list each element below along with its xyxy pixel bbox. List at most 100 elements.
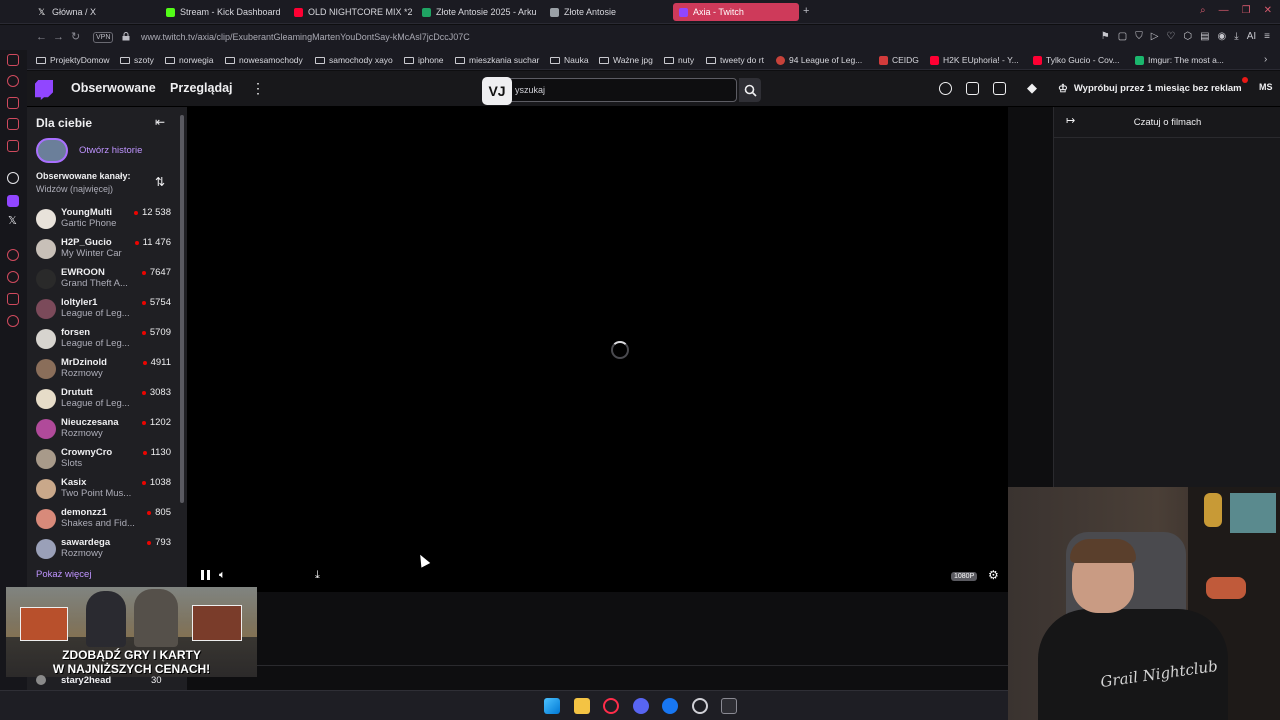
sidebar-channel-drututt[interactable]: Drututt League of Leg... 3083 <box>27 386 177 414</box>
vpn-badge[interactable]: VPN <box>93 32 114 43</box>
download-clip-icon[interactable]: ⤓ <box>315 569 320 582</box>
history-icon[interactable] <box>7 75 19 87</box>
bag-icon[interactable] <box>7 97 19 109</box>
browser-tab-twitch[interactable]: Axia - Twitch <box>673 3 799 21</box>
player-settings-icon[interactable]: ⚙ <box>988 568 999 582</box>
sidebar-channel-mrdzinold[interactable]: MrDzinold Rozmowy 4911 <box>27 356 177 384</box>
search-button[interactable] <box>739 78 761 102</box>
player-rail-icon[interactable] <box>7 249 19 261</box>
more-options-icon[interactable]: ⋮ <box>251 80 265 97</box>
sidebar-peek-channel[interactable]: stary2head 30 <box>27 675 187 689</box>
x-rail-icon[interactable]: 𝕏 <box>8 214 17 227</box>
bookmark-folder[interactable]: tweety do rt <box>706 55 764 65</box>
bookmark-folder[interactable]: iphone <box>404 55 444 65</box>
pinboard-icon[interactable] <box>7 293 19 305</box>
sort-icon[interactable]: ⇅ <box>155 175 165 189</box>
shield-icon[interactable]: ⛉ <box>1135 31 1143 43</box>
download-icon[interactable]: ⤓ <box>1234 31 1238 43</box>
browser-tab-youtube[interactable]: OLD NIGHTCORE MIX *20 <box>288 3 412 21</box>
snapshot-icon[interactable]: ▢ <box>1118 31 1127 43</box>
bookmark-folder[interactable]: samochody xayo <box>315 55 393 65</box>
bookmark-link[interactable]: Tylko Gucio - Cov... <box>1033 55 1120 65</box>
minimize-icon[interactable]: — <box>1219 5 1229 17</box>
search-input[interactable]: VJ yszukaj <box>482 77 737 105</box>
gmail-icon[interactable] <box>7 140 19 152</box>
twitch-rail-icon[interactable] <box>7 195 19 207</box>
menu-icon[interactable]: ≡ <box>1264 31 1270 43</box>
show-more-link[interactable]: Pokaż więcej <box>36 569 91 580</box>
facebook-icon[interactable] <box>662 698 678 714</box>
sidebar-channel-demonzz1[interactable]: demonzz1 Shakes and Fid... 805 <box>27 506 177 534</box>
sidebar-channel-nieuczesana[interactable]: Nieuczesana Rozmowy 1202 <box>27 416 177 444</box>
bookmark-folder[interactable]: Nauka <box>550 55 589 65</box>
user-avatar[interactable]: MS <box>1259 82 1273 92</box>
heart-icon[interactable]: ♡ <box>1166 31 1175 43</box>
obs-icon[interactable] <box>692 698 708 714</box>
account-icon[interactable]: ◉ <box>1218 31 1227 43</box>
sidebar-channel-loltyler1[interactable]: loltyler1 League of Leg... 5754 <box>27 296 177 324</box>
sidebar-channel-h2p_gucio[interactable]: H2P_Gucio My Winter Car 11 476 <box>27 236 177 264</box>
file-explorer-icon[interactable] <box>574 698 590 714</box>
inbox-icon[interactable] <box>993 82 1006 95</box>
sidebar-channel-ewroon[interactable]: EWROON Grand Theft A... 7647 <box>27 266 177 294</box>
collapse-sidebar-icon[interactable]: ⇤ <box>155 115 165 129</box>
translate-icon[interactable] <box>966 82 979 95</box>
bookmark-link[interactable]: Imgur: The most a... <box>1135 55 1224 65</box>
turbo-promo-button[interactable]: ♔ Wypróbuj przez 1 miesiąc bez reklam <box>1058 82 1242 95</box>
bookmark-folder[interactable]: nowesamochody <box>225 55 303 65</box>
bookmark-folder[interactable]: Ważne jpg <box>599 55 653 65</box>
ad-banner[interactable]: ZDOBĄDŹ GRY I KARTY W NAJNIŻSZYCH CENACH… <box>6 587 257 677</box>
maximize-icon[interactable]: ❐ <box>1242 5 1251 17</box>
bookmark-folder[interactable]: szoty <box>120 55 154 65</box>
open-stories-link[interactable]: Otwórz historie <box>79 145 142 156</box>
bookmark-link[interactable]: H2K EUphoria! - Y... <box>930 55 1019 65</box>
messenger-icon[interactable] <box>7 54 19 66</box>
clock-icon[interactable] <box>7 271 19 283</box>
sidebar-channel-youngmulti[interactable]: YoungMulti Gartic Phone 12 538 <box>27 206 177 234</box>
browser-tab-sheets[interactable]: Złote Antosie 2025 - Arku <box>416 3 540 21</box>
sidebar-scrollbar[interactable] <box>180 115 184 503</box>
quality-badge[interactable]: 1080P <box>951 572 978 581</box>
pause-button[interactable] <box>201 570 210 580</box>
browser-tab-zlote[interactable]: Złote Antosie <box>544 3 668 21</box>
wallet-icon[interactable]: ▤ <box>1200 31 1209 43</box>
windows-start-icon[interactable] <box>544 698 560 714</box>
bookmark-folder[interactable]: nuty <box>664 55 694 65</box>
bookmarks-overflow-icon[interactable]: › <box>1264 54 1267 65</box>
chatgpt-icon[interactable] <box>7 172 19 184</box>
wallet-rail-icon[interactable] <box>7 118 19 130</box>
nav-browse[interactable]: Przeglądaj <box>170 81 233 95</box>
url-field[interactable]: www.twitch.tv/axia/clip/ExuberantGleamin… <box>141 32 470 42</box>
sidebar-channel-forsen[interactable]: forsen League of Leg... 5709 <box>27 326 177 354</box>
bookmark-link[interactable]: CEIDG <box>879 55 919 65</box>
browser-tab-x[interactable]: 𝕏 Główna / X <box>32 3 156 21</box>
opera-gx-icon[interactable] <box>603 698 619 714</box>
forward-icon[interactable]: → <box>53 31 64 43</box>
bookmark-folder[interactable]: mieszkania suchar <box>455 55 539 65</box>
bookmark-folder[interactable]: norwegia <box>165 55 214 65</box>
bookmark-icon[interactable]: ⚑ <box>1101 31 1110 43</box>
volume-icon[interactable]: 🔈︎ <box>219 569 226 582</box>
twitch-logo-icon[interactable] <box>35 80 53 100</box>
sidebar-channel-kasix[interactable]: Kasix Two Point Mus... 1038 <box>27 476 177 504</box>
browser-tab-kick[interactable]: Stream - Kick Dashboard <box>160 3 284 21</box>
terminal-icon[interactable] <box>721 698 737 714</box>
extensions-icon[interactable]: ⬡ <box>1183 31 1192 43</box>
bits-icon[interactable]: ◆ <box>1027 80 1037 96</box>
ai-button[interactable]: AI <box>1247 31 1256 43</box>
back-icon[interactable]: ← <box>36 31 47 43</box>
activity-icon[interactable] <box>939 82 952 95</box>
player-icon[interactable]: ▷ <box>1151 31 1159 43</box>
bookmark-folder[interactable]: ProjektyDomow <box>36 55 110 65</box>
close-window-icon[interactable]: ✕ <box>1264 5 1272 17</box>
search-tabs-icon[interactable]: ⌕ <box>1200 5 1206 17</box>
story-avatar[interactable] <box>36 138 68 163</box>
new-tab-icon[interactable]: + <box>803 5 809 17</box>
nav-following[interactable]: Obserwowane <box>71 81 156 95</box>
sidebar-channel-crownycro[interactable]: CrownyCro Slots 1130 <box>27 446 177 474</box>
discord-icon[interactable] <box>633 698 649 714</box>
bookmark-link[interactable]: 94 League of Leg... <box>776 55 862 65</box>
sidebar-channel-sawardega[interactable]: sawardega Rozmowy 793 <box>27 536 177 564</box>
video-player[interactable]: 🔈︎ ⤓ 1080P ⚙ <box>187 107 1008 592</box>
settings-icon[interactable] <box>7 315 19 327</box>
